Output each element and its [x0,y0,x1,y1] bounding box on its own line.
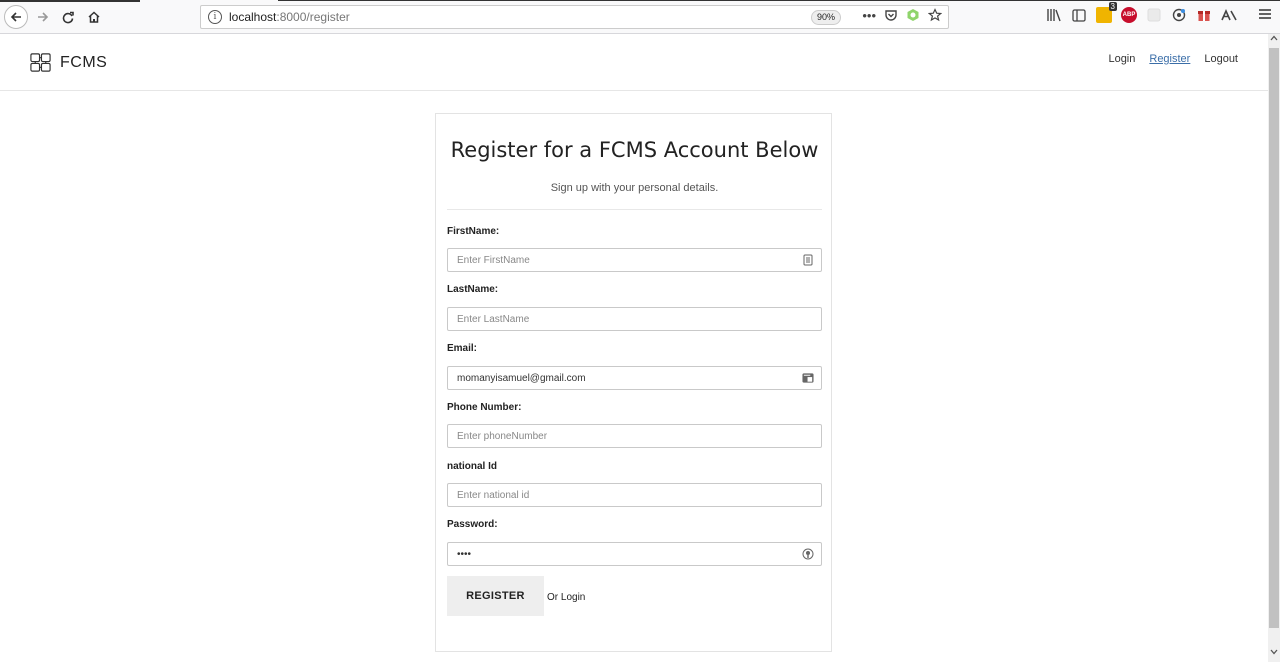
password-key-icon[interactable] [802,548,814,560]
scroll-thumb[interactable] [1269,48,1279,628]
page-scrollbar[interactable] [1268,34,1280,662]
email-field[interactable]: momanyisamuel@gmail.com [447,366,822,390]
form-subtitle: Sign up with your personal details. [550,182,719,194]
form-title: Register for a FCMS Account Below [450,138,819,162]
password-value: •••• [457,548,472,560]
register-card: Register for a FCMS Account Below Sign u… [435,113,832,652]
national-id-placeholder: Enter national id [457,489,530,501]
info-icon[interactable]: i [208,10,222,24]
library-icon[interactable] [1046,7,1062,23]
brand-name: FCMS [60,53,108,71]
browser-extensions: 3 ABP [1046,2,1237,23]
register-button[interactable]: REGISTER [447,576,544,616]
url-host: localhost [229,10,277,24]
nav-login-link[interactable]: Login [1108,53,1135,65]
lastname-placeholder: Enter LastName [457,313,530,325]
extension-badge-count: 3 [1108,2,1117,11]
forward-arrow-icon[interactable] [31,5,55,29]
phone-field[interactable]: Enter phoneNumber [447,424,822,448]
browser-toolbar: i localhost:8000/register 90% ••• 3 ABP [0,0,1280,34]
firstname-placeholder: Enter FirstName [457,254,530,266]
url-bar-icons: ••• [862,8,943,25]
adblock-icon[interactable]: ABP [1121,7,1137,23]
extension-circle-icon[interactable] [1171,7,1187,23]
zoom-badge[interactable]: 90% [811,10,842,25]
more-actions-icon[interactable]: ••• [862,8,876,25]
url-text: localhost:8000/register [229,10,350,24]
extension-gift-icon[interactable] [1196,7,1212,23]
brand-logo-icon [30,53,51,72]
brand[interactable]: FCMS [29,51,107,74]
url-bar[interactable]: i localhost:8000/register 90% ••• [200,5,949,29]
tab-strip-line [278,0,1280,1]
pocket-icon[interactable] [884,8,898,25]
password-label: Password: [447,519,498,530]
nav-logout-link[interactable]: Logout [1204,53,1238,65]
extension-blank-icon[interactable] [1146,7,1162,23]
firstname-field[interactable]: Enter FirstName [447,248,822,272]
scroll-down-icon[interactable] [1268,648,1280,660]
national-id-label: national Id [447,461,497,472]
autofill-icon[interactable] [802,372,814,384]
extension-a-icon[interactable] [1221,7,1237,23]
lastname-label: LastName: [447,284,499,295]
contact-card-icon[interactable] [802,254,814,266]
sidebar-icon[interactable] [1071,7,1087,23]
home-icon[interactable] [82,5,106,29]
nav-links: Login Register Logout [1108,53,1238,65]
lastname-field[interactable]: Enter LastName [447,307,822,331]
firstname-label: FirstName: [447,226,500,237]
national-id-field[interactable]: Enter national id [447,483,822,507]
extension-hex-icon[interactable] [906,8,920,25]
extension-badge-icon[interactable]: 3 [1096,2,1117,23]
url-path: :8000/register [276,10,350,24]
scroll-up-icon[interactable] [1268,34,1280,46]
hamburger-menu-icon[interactable] [1258,7,1272,25]
reload-icon[interactable] [56,5,80,29]
divider [447,209,822,210]
email-label: Email: [447,343,478,354]
nav-register-link[interactable]: Register [1149,53,1190,65]
back-arrow-icon[interactable] [4,5,28,29]
tab-indicator [0,0,140,2]
bookmark-star-icon[interactable] [927,8,943,25]
or-login-link[interactable]: Or Login [547,592,585,603]
password-field[interactable]: •••• [447,542,822,566]
site-header: FCMS Login Register Logout [0,34,1268,91]
phone-placeholder: Enter phoneNumber [457,430,548,442]
phone-label: Phone Number: [447,402,522,413]
email-value: momanyisamuel@gmail.com [457,372,586,384]
